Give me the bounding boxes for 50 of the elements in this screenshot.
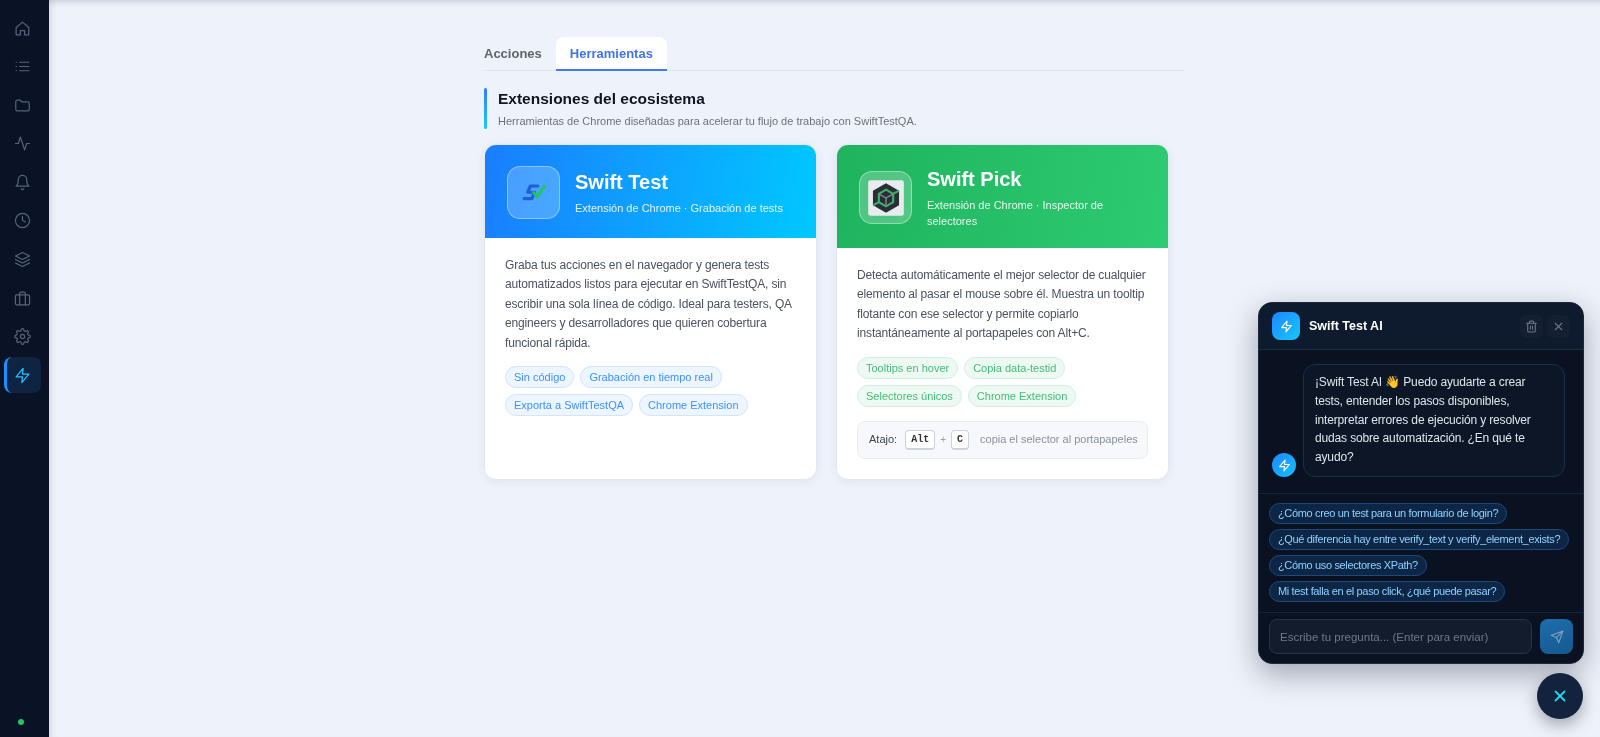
nav-button[interactable] (4, 357, 41, 394)
clear-button[interactable] (1520, 314, 1543, 338)
plus-sign: + (940, 433, 946, 448)
bolt-icon (14, 366, 31, 384)
chat-toggle-button[interactable] (1537, 673, 1583, 719)
card-title: Swift Test (575, 170, 669, 195)
suggestion-chip[interactable]: ¿Cómo uso selectores XPath? (1269, 555, 1427, 576)
trash-icon (1525, 319, 1538, 333)
shortcut-hint: copia el selector al portapapeles (980, 432, 1138, 448)
suggestion-chip[interactable]: ¿Qué diferencia hay entre verify_text y verify_element_exists? (1269, 529, 1570, 550)
bell-icon (14, 173, 31, 191)
card-subtitle: Extensión de Chrome · Inspector de selectores (927, 198, 1105, 229)
card-subtitle: Extensión de Chrome · Grabación de tests (575, 201, 783, 216)
section-title: Extensiones del ecosistema (498, 89, 706, 109)
feature-tag: Sin código (505, 366, 575, 389)
hexagon-cube-logo-icon (859, 171, 912, 224)
tab[interactable]: Herramientas (555, 37, 667, 71)
feature-tag: Exporta a SwiftTestQA (505, 394, 634, 417)
pulse-icon (14, 135, 31, 153)
send-icon (1549, 629, 1564, 644)
card-description: Detecta automáticamente el mejor selector de cualquier elemento al pasar el mouse sobre él. Muestra un tooltip flotante con ese selector y permite copiarlo instantáneamente al portapapeles con Alt+C. (857, 267, 1147, 343)
key-cap: C (951, 429, 969, 450)
send-button[interactable] (1540, 619, 1573, 654)
suggestion-chip[interactable]: ¿Cómo creo un test para un formulario de login? (1269, 503, 1508, 524)
layers-icon (14, 251, 31, 269)
feature-tag: Tooltips en hover (857, 356, 959, 379)
feature-tag: Grabación en tiempo real (580, 366, 722, 389)
section-subtitle: Herramientas de Chrome diseñadas para acelerar tu flujo de trabajo con SwiftTestQA. (498, 114, 917, 129)
tab[interactable]: Acciones (470, 37, 556, 71)
card-description: Graba tus acciones en el navegador y genera tests automatizados listos para ejecutar en SwiftTestQA, sin escribir una sola línea de código. Ideal para testers, QA engineers y desarrolladores que quieren cobertura funcional rápida. (505, 257, 793, 352)
message-bubble: ¡Swift Test AI 👋 Puedo ayudarte a crear tests, entender los pasos disponibles, interpretar errores de ejecución y resolver dudas sobre automatización. ¿En qué te ayudo? (1303, 364, 1565, 477)
key-cap: Alt (905, 429, 936, 450)
feature-tag: Copia data-testid (964, 356, 1066, 379)
settings-icon (14, 328, 31, 346)
card-title: Swift Pick (927, 167, 1023, 192)
briefcase-icon (14, 289, 31, 307)
feature-tag: Chrome Extension (639, 394, 748, 417)
close-button[interactable] (1547, 314, 1570, 338)
message-input[interactable]: Escribe tu pregunta... (Enter para enviar) (1269, 619, 1532, 654)
shortcut-label: Atajo: (869, 432, 898, 448)
zigzag-check-logo-icon (507, 166, 560, 219)
bolt-icon (1272, 312, 1300, 340)
clock-icon (14, 212, 31, 230)
feature-tag: Selectores únicos (857, 384, 962, 407)
suggestion-chip[interactable]: Mi test falla en el paso click, ¿qué puede pasar? (1269, 581, 1506, 602)
chat-title: Swift Test AI (1309, 317, 1383, 335)
accent-bar (484, 88, 487, 129)
feature-tag: Chrome Extension (967, 384, 1077, 407)
bolt-avatar-icon (1272, 453, 1296, 477)
home-icon (14, 19, 31, 37)
